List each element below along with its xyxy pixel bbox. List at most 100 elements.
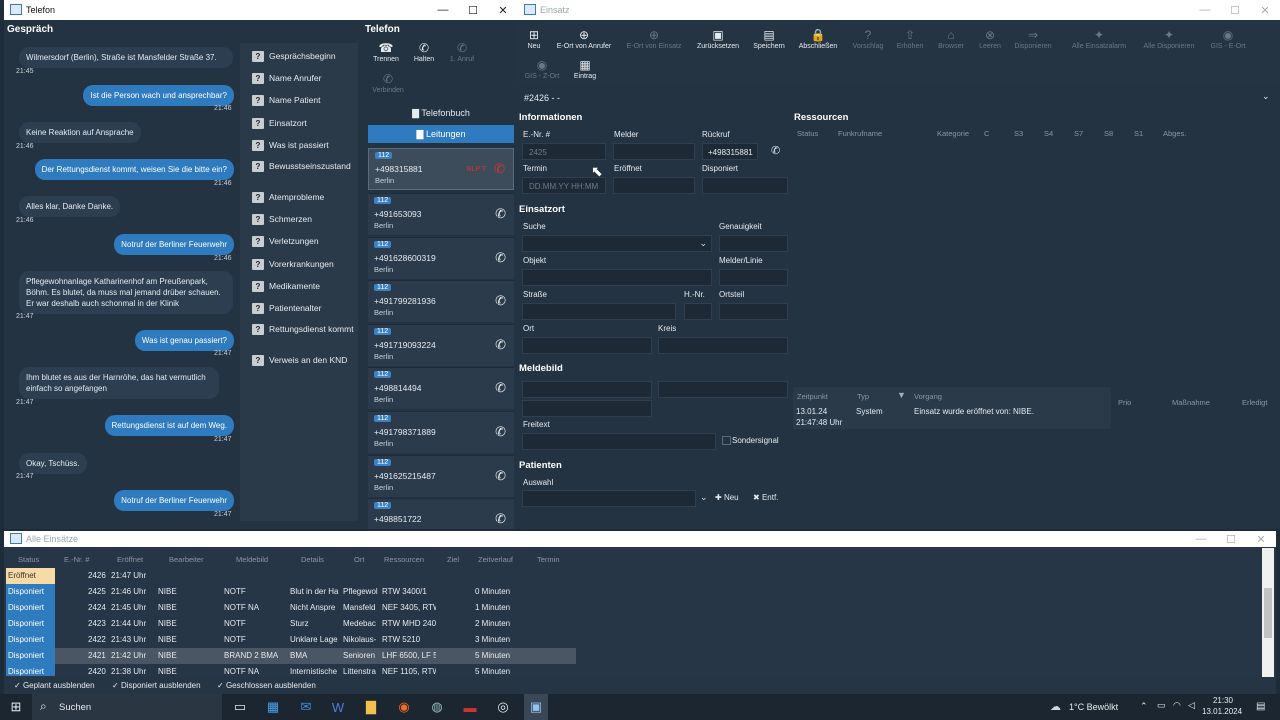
clock-time[interactable]: 21:30 xyxy=(1208,696,1238,705)
eort-einsatz-button[interactable]: ⊕ E-Ort von Einsatz xyxy=(625,27,683,50)
windows-start-icon[interactable]: ⊞ xyxy=(6,694,26,720)
auswahl-field[interactable] xyxy=(522,490,696,507)
eort-anrufer-button[interactable]: ⊕ E-Ort von Anrufer xyxy=(554,27,614,50)
phone-icon[interactable]: ✆ xyxy=(495,380,506,396)
verlauf-col-header[interactable]: Maßnahme xyxy=(1172,398,1210,407)
disponiert-field[interactable] xyxy=(702,177,788,194)
abschliessen-button[interactable]: 🔒 Abschließen xyxy=(795,27,841,50)
question-item[interactable]: ? Gesprächsbeginn xyxy=(252,51,356,62)
call-item[interactable]: 112 +491798371889 Berlin ✆ xyxy=(368,411,514,453)
chevron-up-icon[interactable]: ⌃ xyxy=(1140,701,1148,712)
leeren-button[interactable]: ⊗ Leeren xyxy=(967,27,1013,50)
question-item[interactable]: ? Einsatzort xyxy=(252,118,356,129)
alle-disponieren-button[interactable]: ✦ Alle Disponieren xyxy=(1138,27,1200,50)
table-col-header[interactable]: Ziel xyxy=(447,555,459,564)
minimize-button[interactable]: — xyxy=(1190,4,1220,16)
speichern-button[interactable]: ▤ Speichern xyxy=(746,27,792,50)
folder-icon[interactable]: ▇ xyxy=(361,694,381,720)
table-col-header[interactable]: Eröffnet xyxy=(117,555,143,564)
verlauf-col-header[interactable]: Erledigt xyxy=(1242,398,1267,407)
call-item[interactable]: 112 +491799281936 Berlin ✆ xyxy=(368,280,514,322)
weather-text[interactable]: 1°C Bewölkt xyxy=(1069,702,1118,712)
verlauf-col-header[interactable]: Vorgang xyxy=(914,392,942,401)
maximize-button[interactable]: ☐ xyxy=(458,4,488,17)
question-item[interactable]: ? Verletzungen xyxy=(252,236,356,247)
ortsteil-field[interactable] xyxy=(719,303,788,320)
phone-icon[interactable]: ✆ xyxy=(495,206,506,222)
table-col-header[interactable]: Status xyxy=(18,555,39,564)
hnr-field[interactable] xyxy=(684,303,712,320)
firefox-icon[interactable]: ◉ xyxy=(394,694,414,720)
close-button[interactable]: ✕ xyxy=(1246,533,1276,546)
phone-icon[interactable]: ✆ xyxy=(495,468,506,484)
call-item[interactable]: 112 +498851722 ✆ xyxy=(368,498,514,529)
question-item[interactable]: ? Schmerzen xyxy=(252,214,356,225)
ressourcen-col-header[interactable]: Funkrufname xyxy=(838,129,882,138)
speaker-icon[interactable]: ◁ xyxy=(1188,700,1195,711)
disponieren-button[interactable]: ⇒ Disponieren xyxy=(1010,27,1056,50)
call-item[interactable]: 112 +491625215487 Berlin ✆ xyxy=(368,455,514,497)
table-row[interactable]: Disponiert 2420 21:38 Uhr NIBE NOTF NA Inter… xyxy=(6,664,576,676)
task-view-icon[interactable]: ▭ xyxy=(230,694,250,720)
maximize-button[interactable]: ☐ xyxy=(1216,533,1246,546)
question-item[interactable]: ? Atemprobleme xyxy=(252,192,356,203)
filter-disponiert[interactable]: ✓ Disponiert ausblenden xyxy=(112,681,201,690)
filter-icon[interactable]: ▼ xyxy=(897,390,906,400)
question-item[interactable]: ? Verweis an den KND xyxy=(252,355,356,366)
table-col-header[interactable]: Ressourcen xyxy=(384,555,424,564)
store-icon[interactable]: ▦ xyxy=(263,694,283,720)
close-button[interactable]: ✕ xyxy=(1250,4,1280,17)
ressourcen-col-header[interactable]: S8 xyxy=(1104,129,1113,138)
question-item[interactable]: ? Was ist passiert xyxy=(252,140,356,151)
melder-field[interactable] xyxy=(613,143,695,160)
table-row-selected[interactable]: Disponiert 2421 21:42 Uhr NIBE BRAND 2 BMA B… xyxy=(6,648,576,664)
call-item-active[interactable]: 112 +498315881 Berlin BLP T ✆ xyxy=(368,148,514,190)
ressourcen-col-header[interactable]: S1 xyxy=(1134,129,1143,138)
question-item[interactable]: ? Name Patient xyxy=(252,95,356,106)
table-col-header[interactable]: Bearbeiter xyxy=(169,555,204,564)
mail-icon[interactable]: ✉ xyxy=(296,694,316,720)
question-item[interactable]: ? Patientenalter xyxy=(252,303,356,314)
filter-geschlossen[interactable]: ✓ Geschlossen ausblenden xyxy=(217,681,316,690)
call-item[interactable]: 112 +498814494 Berlin ✆ xyxy=(368,367,514,409)
melder-linie-field[interactable] xyxy=(719,269,788,286)
question-item[interactable]: ? Bewusstseinszustand xyxy=(252,161,356,172)
table-col-header[interactable]: Meldebild xyxy=(236,555,268,564)
filter-geplant[interactable]: ✓ Geplant ausblenden xyxy=(14,681,95,690)
notification-icon[interactable]: ▤ xyxy=(1256,701,1265,712)
table-row[interactable]: Eröffnet 2426 21:47 Uhr xyxy=(6,568,576,584)
gis-eort-button[interactable]: ◉ GIS - E-Ort xyxy=(1203,27,1253,50)
call-item[interactable]: 112 +491653093 Berlin ✆ xyxy=(368,193,514,235)
ressourcen-col-header[interactable]: Status xyxy=(797,129,818,138)
phone-icon[interactable]: ✆ xyxy=(495,250,506,266)
call-item[interactable]: 112 +491628600319 Berlin ✆ xyxy=(368,237,514,279)
zuruecksetzen-button[interactable]: ▣ Zurücksetzen xyxy=(695,27,741,50)
strasse-field[interactable] xyxy=(522,303,676,320)
verlauf-col-header[interactable]: Zeitpunkt xyxy=(797,392,828,401)
verlauf-col-header[interactable]: Typ xyxy=(857,392,869,401)
suche-field[interactable]: ⌄ xyxy=(522,235,712,252)
minimize-button[interactable]: — xyxy=(428,4,458,16)
kreis-field[interactable] xyxy=(658,337,788,354)
leitungen-tab[interactable]: ▇ Leitungen xyxy=(368,125,514,143)
table-col-header[interactable]: Details xyxy=(301,555,324,564)
taskbar-search[interactable]: ⌕ Suchen xyxy=(32,694,222,720)
table-col-header[interactable]: Zeitverlauf xyxy=(478,555,513,564)
eintrag-button[interactable]: ▦ Eintrag xyxy=(562,57,608,80)
erhoehen-button[interactable]: ⇧ Erhöhen xyxy=(887,27,933,50)
gis-zort-button[interactable]: ◉ GIS - Z-Ort xyxy=(519,57,565,80)
phone-icon[interactable]: ✆ xyxy=(495,511,506,527)
patient-neu-button[interactable]: ✚ Neu xyxy=(715,493,739,502)
word-icon[interactable]: W xyxy=(328,694,348,720)
obs-icon[interactable]: ◎ xyxy=(493,694,513,720)
freitext-field[interactable] xyxy=(522,433,716,450)
wifi-icon[interactable]: ◠ xyxy=(1173,700,1181,711)
phone-icon[interactable]: ✆ xyxy=(495,293,506,309)
rueckruf-field[interactable]: +498315881 xyxy=(702,143,758,160)
app-icon[interactable]: ▬ xyxy=(460,694,480,720)
table-col-header[interactable]: Ort xyxy=(354,555,364,564)
phone-icon[interactable]: ✆ xyxy=(495,337,506,353)
chevron-down-icon[interactable]: ⌄ xyxy=(1262,91,1270,102)
question-item[interactable]: ? Name Anrufer xyxy=(252,73,356,84)
erster-anruf-button[interactable]: ✆ 1. Anruf xyxy=(439,40,485,63)
